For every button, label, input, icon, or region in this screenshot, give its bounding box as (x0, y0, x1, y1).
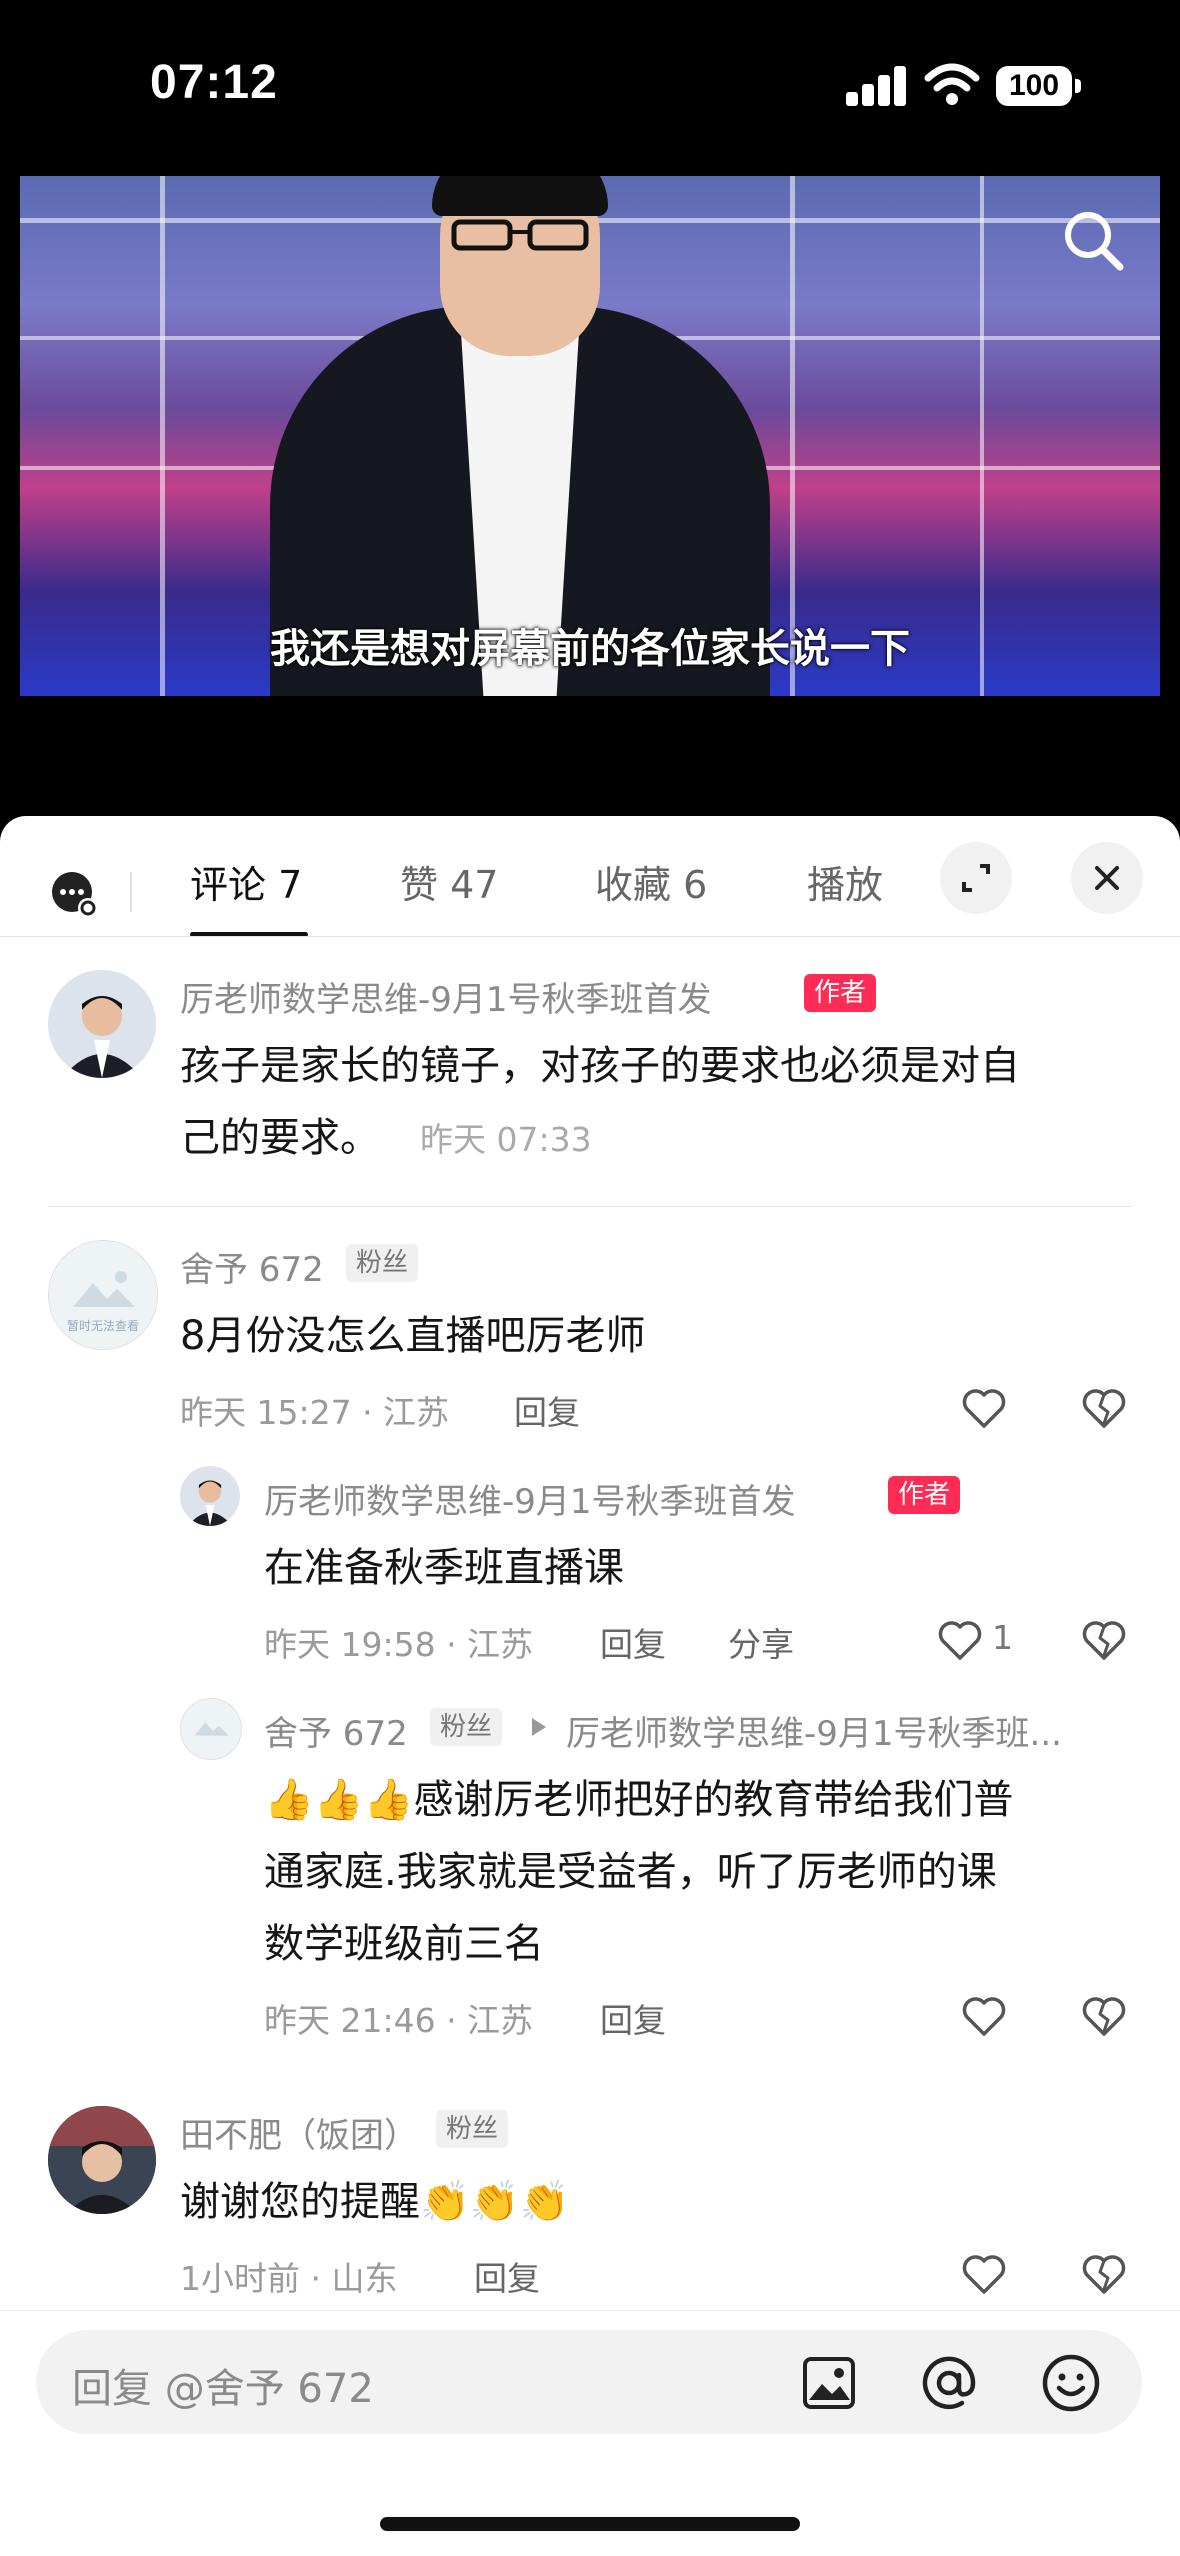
reply-button[interactable]: 回复 (514, 1386, 580, 1434)
author-comment-divider (48, 1206, 1132, 1207)
reply-text-line: 👍👍👍感谢厉老师把好的教育带给我们普 (264, 1764, 1144, 1836)
tab-favorites[interactable]: 收藏 6 (595, 854, 707, 909)
reply-to-username[interactable]: 厉老师数学思维-9月1号秋季班... (566, 1706, 1140, 1755)
reply-input-placeholder[interactable]: 回复 @舍予 672 (72, 2356, 374, 2414)
fan-badge: 粉丝 (346, 1244, 419, 1282)
comment-username[interactable]: 厉老师数学思维-9月1号秋季班首发 (180, 972, 712, 1021)
video-subtitle: 我还是想对屏幕前的各位家长说一下 (270, 626, 910, 672)
dislike-icon[interactable] (1078, 1382, 1130, 1434)
input-area-divider (0, 2310, 1180, 2311)
clapping-emoji: 👏 (469, 2179, 520, 2225)
reply-text-line2: 通家庭.我家就是受益者，听了厉老师的课 (264, 1849, 997, 1895)
comment-time: 昨天 07:33 (420, 1120, 592, 1159)
share-button[interactable]: 分享 (728, 1618, 794, 1666)
tab-likes[interactable]: 赞 47 (400, 854, 498, 909)
comment-text: 孩子是家长的镜子，对孩子的要求也必须是对自 己的要求。 昨天 07:33 (180, 1030, 1020, 1176)
reply-button[interactable]: 回复 (600, 1618, 666, 1666)
comment-meta: 1小时前 · 山东 (180, 2259, 398, 2298)
avatar[interactable] (180, 1698, 242, 1760)
author-badge: 作者 (804, 974, 877, 1012)
glasses (451, 219, 589, 251)
comment-username[interactable]: 舍予 672 (180, 1242, 324, 1291)
comment-text-body: 谢谢您的提醒 (180, 2179, 420, 2225)
author-badge: 作者 (888, 1476, 961, 1514)
reply-meta: 昨天 19:58 · 江苏 (264, 1625, 534, 1664)
reply-meta: 昨天 21:46 · 江苏 (264, 2001, 534, 2040)
avatar-unavailable-label: 暂时无法查看 (66, 1319, 139, 1333)
comment-text-line: 己的要求。 昨天 07:33 (180, 1102, 1020, 1176)
heart-icon[interactable] (958, 1382, 1010, 1434)
status-time: 07:12 (150, 56, 278, 109)
comment-text-line2: 己的要求。 (180, 1115, 380, 1161)
dislike-icon[interactable] (1078, 2248, 1130, 2300)
heart-icon[interactable] (958, 2248, 1010, 2300)
tabs-separator (130, 872, 132, 912)
reply-text-line1: 感谢厉老师把好的教育带给我们普 (413, 1777, 1014, 1823)
reply-text: 在准备秋季班直播课 (264, 1545, 624, 1591)
chat-settings-icon[interactable] (48, 870, 100, 920)
comment-text-line: 孩子是家长的镜子，对孩子的要求也必须是对自 (180, 1043, 1020, 1089)
wifi-icon (924, 63, 980, 105)
reply-username[interactable]: 厉老师数学思维-9月1号秋季班首发 (264, 1474, 796, 1523)
thumbs-up-emoji: 👍 (363, 1777, 414, 1823)
comment-text: 谢谢您的提醒👏👏👏 (180, 2166, 569, 2238)
battery-nub (1075, 79, 1081, 93)
heart-icon[interactable] (934, 1614, 986, 1666)
comment-text: 8月份没怎么直播吧厉老师 (180, 1313, 646, 1359)
thumbs-up-emoji: 👍 (264, 1777, 314, 1823)
video-player[interactable]: 我还是想对屏幕前的各位家长说一下 (20, 176, 1160, 696)
heart-icon[interactable] (958, 1990, 1010, 2042)
avatar[interactable] (180, 1466, 240, 1526)
cellular-signal-icon (846, 64, 908, 106)
home-indicator (380, 2517, 800, 2531)
avatar[interactable] (48, 970, 156, 1078)
image-icon[interactable] (800, 2354, 858, 2412)
thumbs-up-emoji: 👍 (313, 1777, 364, 1823)
reply-button[interactable]: 回复 (474, 2252, 540, 2300)
reply-text-line3: 数学班级前三名 (264, 1921, 544, 1967)
fan-badge: 粉丝 (430, 1708, 503, 1746)
reply-button[interactable]: 回复 (600, 1994, 666, 2042)
clapping-emoji: 👏 (420, 2179, 470, 2225)
dislike-icon[interactable] (1078, 1990, 1130, 2042)
reply-text: 👍👍👍感谢厉老师把好的教育带给我们普 通家庭.我家就是受益者，听了厉老师的课 数… (264, 1764, 1144, 1980)
expand-icon (962, 864, 990, 892)
mention-icon[interactable] (918, 2352, 980, 2414)
avatar[interactable] (48, 2106, 156, 2214)
dislike-icon[interactable] (1078, 1614, 1130, 1666)
clapping-emoji: 👏 (519, 2179, 570, 2225)
reply-arrow-icon (532, 1718, 546, 1736)
comment-username[interactable]: 田不肥（饭团） (180, 2108, 418, 2157)
tabs-divider (0, 936, 1180, 937)
like-count: 1 (992, 1618, 1013, 1657)
search-icon[interactable] (1058, 205, 1128, 275)
close-icon (1095, 866, 1119, 890)
avatar[interactable]: 暂时无法查看 (48, 1240, 158, 1350)
battery-indicator: 100 (996, 66, 1072, 106)
tab-comments[interactable]: 评论 7 (190, 854, 302, 909)
expand-button[interactable] (940, 842, 1012, 914)
comment-meta: 昨天 15:27 · 江苏 (180, 1393, 450, 1432)
fan-badge: 粉丝 (436, 2110, 509, 2148)
reply-username[interactable]: 舍予 672 (264, 1706, 408, 1755)
emoji-icon[interactable] (1040, 2352, 1102, 2414)
close-button[interactable] (1071, 842, 1143, 914)
tab-plays[interactable]: 播放 (807, 854, 882, 909)
